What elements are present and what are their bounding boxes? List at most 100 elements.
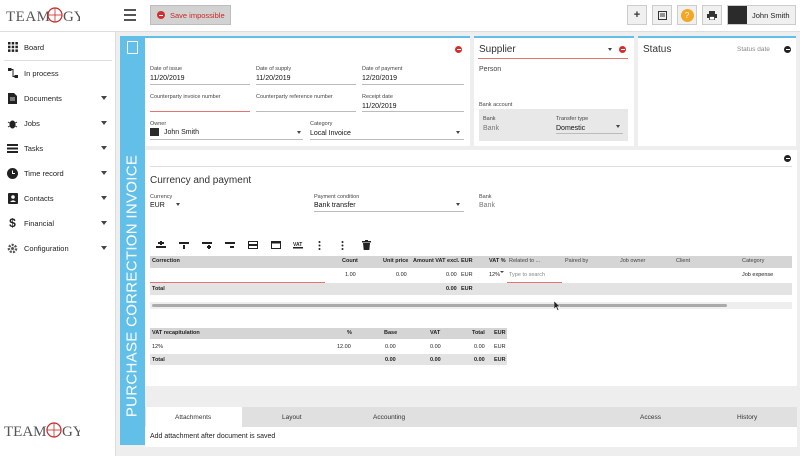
chevron-down-icon[interactable] bbox=[616, 125, 620, 128]
table-edit-icon[interactable] bbox=[271, 240, 281, 250]
save-button-label: Save impossible bbox=[170, 10, 225, 20]
date-of-issue-field[interactable]: Date of issue 11/20/2019 bbox=[150, 66, 185, 82]
column-header: % bbox=[347, 330, 352, 336]
chevron-down-icon[interactable] bbox=[101, 146, 107, 150]
column-header: Job owner bbox=[620, 258, 646, 264]
contacts-icon bbox=[7, 192, 18, 204]
vat-icon[interactable]: VAT bbox=[293, 240, 303, 250]
sidebar-item-label: Jobs bbox=[24, 118, 40, 128]
grid-icon bbox=[7, 42, 18, 53]
date-of-supply-field[interactable]: Date of supply 11/20/2019 bbox=[256, 66, 291, 82]
sidebar-item-in-process[interactable]: In process bbox=[0, 61, 116, 85]
menu-toggle-icon[interactable] bbox=[124, 9, 136, 21]
receipt-date-field[interactable]: Receipt date 11/20/2019 bbox=[362, 94, 397, 110]
column-header: EUR bbox=[461, 258, 473, 264]
tab-history[interactable]: History bbox=[737, 414, 757, 421]
sidebar-item-time-record[interactable]: Time record bbox=[0, 161, 116, 185]
block-icon bbox=[157, 11, 165, 19]
transfer-type-select[interactable]: Transfer type Domestic bbox=[556, 116, 588, 132]
collapse-icon[interactable] bbox=[784, 155, 791, 162]
status-title: Status bbox=[643, 44, 672, 55]
owner-value: John Smith bbox=[164, 129, 200, 136]
counterparty-reference-field[interactable]: Counterparty reference number bbox=[256, 94, 333, 100]
top-bar: TEAM GY Save impossible + ? John Smith bbox=[0, 0, 800, 32]
more-vertical-icon[interactable] bbox=[318, 240, 321, 250]
chevron-down-icon[interactable] bbox=[101, 196, 107, 200]
related-search-input[interactable]: Type to search bbox=[509, 272, 545, 278]
category-select[interactable]: Category Local Invoice bbox=[310, 121, 351, 137]
sidebar-item-configuration[interactable]: Configuration bbox=[0, 236, 116, 260]
supplier-person-label[interactable]: Person bbox=[479, 66, 501, 73]
owner-select[interactable]: Owner bbox=[150, 121, 166, 127]
help-icon: ? bbox=[680, 8, 694, 22]
chevron-down-icon[interactable] bbox=[456, 131, 460, 134]
sidebar-item-documents[interactable]: Documents bbox=[0, 86, 116, 110]
sidebar-item-financial[interactable]: $ Financial bbox=[0, 211, 116, 235]
chevron-down-icon[interactable] bbox=[101, 246, 107, 250]
chevron-down-icon[interactable] bbox=[500, 271, 504, 273]
chevron-down-icon[interactable] bbox=[297, 131, 301, 134]
chevron-down-icon[interactable] bbox=[101, 171, 107, 175]
counterparty-invoice-field[interactable]: Counterparty invoice number bbox=[150, 94, 221, 100]
column-header: Base bbox=[384, 330, 398, 336]
save-button[interactable]: Save impossible bbox=[150, 5, 231, 25]
mouse-cursor-icon bbox=[554, 301, 561, 311]
tab-accounting[interactable]: Accounting bbox=[373, 414, 405, 421]
bank-account-box bbox=[479, 109, 628, 141]
sidebar-item-contacts[interactable]: Contacts bbox=[0, 186, 116, 210]
sidebar-item-board[interactable]: Board bbox=[0, 35, 116, 59]
add-row-icon[interactable] bbox=[202, 240, 212, 250]
column-header: Client bbox=[676, 258, 691, 264]
dollar-icon: $ bbox=[9, 216, 16, 230]
column-header: Paired by bbox=[565, 258, 589, 264]
help-button[interactable]: ? bbox=[677, 5, 697, 25]
scrollbar-thumb[interactable] bbox=[152, 304, 727, 307]
column-header: Unit price bbox=[383, 258, 409, 264]
user-menu[interactable]: John Smith bbox=[727, 5, 796, 25]
tab-access[interactable]: Access bbox=[640, 414, 661, 421]
collapse-icon[interactable] bbox=[784, 46, 791, 53]
insert-row-below-icon[interactable] bbox=[179, 240, 189, 250]
clock-icon bbox=[7, 167, 18, 179]
chevron-down-icon[interactable] bbox=[608, 48, 612, 51]
status-date-label: Status date bbox=[737, 46, 770, 53]
tab-attachments-label[interactable]: Attachments bbox=[175, 414, 211, 421]
currency-select[interactable]: Currency EUR bbox=[150, 194, 172, 209]
attachments-message: Add attachment after document is saved bbox=[150, 433, 276, 440]
bank-field[interactable]: Bank Bank bbox=[483, 116, 499, 132]
remove-row-icon[interactable] bbox=[225, 240, 235, 250]
chevron-down-icon[interactable] bbox=[101, 121, 107, 125]
document-type-tab: PURCHASE CORRECTION INVOICE bbox=[120, 36, 145, 445]
sidebar-item-label: Documents bbox=[24, 93, 62, 103]
invoice-icon[interactable] bbox=[127, 41, 138, 54]
more-options-icon[interactable] bbox=[341, 240, 344, 250]
avatar bbox=[728, 6, 747, 24]
column-header: VAT recapitulation bbox=[152, 330, 200, 336]
document-type-label: PURCHASE CORRECTION INVOICE bbox=[123, 154, 141, 418]
chevron-down-icon[interactable] bbox=[176, 203, 180, 206]
plus-icon: + bbox=[633, 9, 641, 21]
chevron-down-icon[interactable] bbox=[101, 96, 107, 100]
add-button[interactable]: + bbox=[627, 5, 647, 25]
bottom-tabs bbox=[145, 407, 797, 427]
table-row-icon[interactable] bbox=[248, 240, 258, 250]
bank-select[interactable]: Bank Bank bbox=[479, 194, 495, 209]
chevron-down-icon[interactable] bbox=[456, 203, 460, 206]
printer-icon bbox=[707, 10, 717, 20]
date-of-payment-field[interactable]: Date of payment 12/20/2019 bbox=[362, 66, 402, 82]
sidebar-item-jobs[interactable]: Jobs bbox=[0, 111, 116, 135]
teamogy-logo[interactable]: TEAM GY bbox=[6, 3, 80, 29]
vat-table-header bbox=[150, 328, 507, 339]
close-icon[interactable] bbox=[619, 46, 626, 53]
notes-button[interactable] bbox=[652, 5, 672, 25]
sidebar-item-tasks[interactable]: Tasks bbox=[0, 136, 116, 160]
print-button[interactable] bbox=[702, 5, 722, 25]
vat-total-row bbox=[150, 354, 507, 365]
insert-row-above-icon[interactable] bbox=[156, 240, 166, 250]
trash-icon[interactable] bbox=[362, 240, 371, 250]
close-icon[interactable] bbox=[455, 46, 462, 53]
payment-condition-select[interactable]: Payment condition Bank transfer bbox=[314, 194, 359, 209]
chevron-down-icon[interactable] bbox=[101, 221, 107, 225]
tab-layout[interactable]: Layout bbox=[282, 414, 302, 421]
bank-account-label: Bank account bbox=[479, 102, 513, 108]
